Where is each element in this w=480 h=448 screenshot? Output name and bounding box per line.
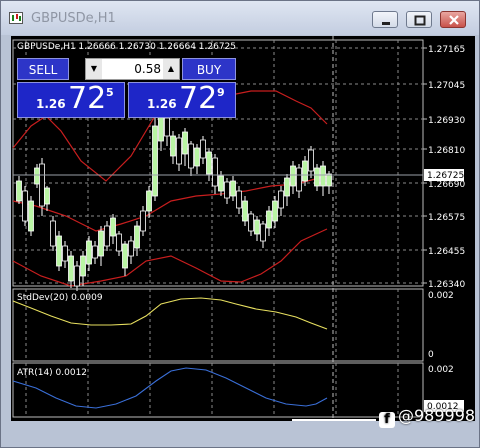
candle-body bbox=[128, 240, 134, 257]
candle-body bbox=[122, 243, 128, 269]
title-bar[interactable]: GBPUSDe,H1 bbox=[1, 1, 479, 35]
candle-body bbox=[50, 220, 56, 247]
sell-quote-big: 72 bbox=[68, 81, 107, 116]
candle-body bbox=[218, 175, 224, 192]
candle-body bbox=[284, 177, 290, 197]
candle-body bbox=[248, 213, 254, 232]
candle-body bbox=[164, 117, 170, 137]
candle-body bbox=[16, 180, 22, 202]
price-axis-label: 1.26455 bbox=[428, 247, 465, 257]
candle-body bbox=[254, 219, 260, 235]
price-axis-label: 1.26340 bbox=[428, 280, 465, 290]
candle-body bbox=[74, 265, 80, 287]
candle-body bbox=[260, 223, 266, 242]
price-axis-label: 1.26930 bbox=[428, 116, 465, 126]
facebook-icon: f bbox=[379, 412, 395, 428]
candle-body bbox=[56, 235, 62, 267]
restore-icon bbox=[414, 15, 426, 26]
candle-body bbox=[110, 217, 116, 237]
candle-body bbox=[28, 200, 34, 232]
candle-body bbox=[140, 210, 146, 232]
stddev-label: StdDev(20) 0.0009 bbox=[17, 293, 103, 303]
candle-body bbox=[236, 190, 242, 209]
atr-axis-max: 0.002 bbox=[428, 365, 454, 375]
buy-button[interactable]: BUY bbox=[182, 58, 236, 80]
lot-size-value[interactable]: 0.58 bbox=[104, 59, 161, 79]
candle-body bbox=[194, 147, 200, 167]
candle-body bbox=[62, 245, 68, 262]
candle-body bbox=[104, 225, 110, 247]
candle-body bbox=[206, 151, 212, 175]
sell-button[interactable]: SELL bbox=[17, 58, 69, 80]
candle-body bbox=[200, 139, 206, 159]
chart-window-icon bbox=[9, 12, 23, 24]
current-price-label: 1.26725 bbox=[427, 171, 464, 181]
candle-body bbox=[22, 190, 28, 222]
candle-body bbox=[266, 210, 272, 229]
price-axis-label: 1.26575 bbox=[428, 213, 465, 223]
crosshair-time-tag bbox=[292, 419, 376, 421]
restore-button[interactable] bbox=[406, 11, 432, 28]
candle-body bbox=[272, 200, 278, 222]
chart-header: GBPUSDe,H1 1.26666 1.26730 1.26664 1.267… bbox=[17, 42, 236, 52]
watermark-text: @989998 bbox=[398, 406, 476, 425]
candle-body bbox=[146, 190, 152, 212]
candle-body bbox=[44, 187, 50, 205]
candles bbox=[16, 101, 332, 291]
candle-body bbox=[182, 131, 188, 155]
price-axis-label: 1.27165 bbox=[428, 45, 465, 55]
price-axis: 1.27165 1.27045 1.26930 1.26810 1.26690 1.265… bbox=[423, 45, 465, 290]
chart-window: GBPUSDe,H1 1.27165 1.27045 1.26930 1.26810 1… bbox=[0, 0, 480, 448]
stddev-axis-max: 0.002 bbox=[428, 291, 454, 301]
buy-quote[interactable]: 1.26 72 9 bbox=[128, 81, 236, 118]
atr-label: ATR(14) 0.0012 bbox=[17, 368, 87, 378]
candle-body bbox=[230, 180, 236, 197]
candle-body bbox=[314, 167, 320, 187]
close-icon bbox=[449, 15, 459, 25]
sell-quote[interactable]: 1.26 72 5 bbox=[17, 81, 125, 118]
candle-body bbox=[320, 165, 326, 187]
candle-body bbox=[80, 255, 86, 277]
watermark: f @989998 bbox=[379, 406, 475, 428]
candle-body bbox=[176, 137, 182, 165]
one-click-trading-panel: SELL ▼ 0.58 ▲ BUY 1.26 72 5 1.26 72 9 bbox=[17, 58, 236, 118]
candle-body bbox=[224, 181, 230, 199]
stddev-axis-min: 0 bbox=[428, 350, 434, 360]
candle-body bbox=[302, 160, 308, 182]
candle-body bbox=[134, 225, 140, 249]
candle-body bbox=[326, 173, 332, 187]
buy-quote-sup: 9 bbox=[217, 86, 225, 99]
candle-body bbox=[212, 157, 218, 187]
candle-body bbox=[170, 135, 176, 157]
close-button[interactable] bbox=[440, 11, 466, 28]
candle-body bbox=[278, 190, 284, 209]
candle-body bbox=[116, 233, 122, 252]
candle-body bbox=[296, 167, 302, 192]
minimize-button[interactable] bbox=[372, 11, 398, 28]
candle-body bbox=[34, 167, 40, 185]
buy-quote-big: 72 bbox=[179, 81, 218, 116]
window-title: GBPUSDe,H1 bbox=[31, 11, 116, 26]
buy-quote-prefix: 1.26 bbox=[147, 97, 177, 111]
sell-quote-sup: 5 bbox=[106, 86, 114, 99]
candle-body bbox=[290, 165, 296, 187]
candle-body bbox=[308, 149, 314, 172]
candle-body bbox=[242, 200, 248, 222]
price-axis-label: 1.27045 bbox=[428, 81, 465, 91]
minimize-icon bbox=[382, 22, 390, 25]
candle-body bbox=[188, 143, 194, 169]
candle-body bbox=[39, 163, 45, 207]
candle-body bbox=[86, 240, 92, 265]
sell-quote-prefix: 1.26 bbox=[36, 97, 66, 111]
candle-body bbox=[92, 245, 98, 259]
price-axis-label: 1.26810 bbox=[428, 146, 465, 156]
candle-body bbox=[98, 230, 104, 257]
lot-increase-icon[interactable]: ▲ bbox=[163, 59, 179, 79]
price-axis-label: 1.26690 bbox=[428, 180, 465, 190]
lot-decrease-icon[interactable]: ▼ bbox=[86, 59, 102, 79]
candle-body bbox=[68, 255, 74, 282]
lot-size-field[interactable]: ▼ 0.58 ▲ bbox=[85, 58, 180, 80]
candle-body bbox=[152, 125, 158, 197]
